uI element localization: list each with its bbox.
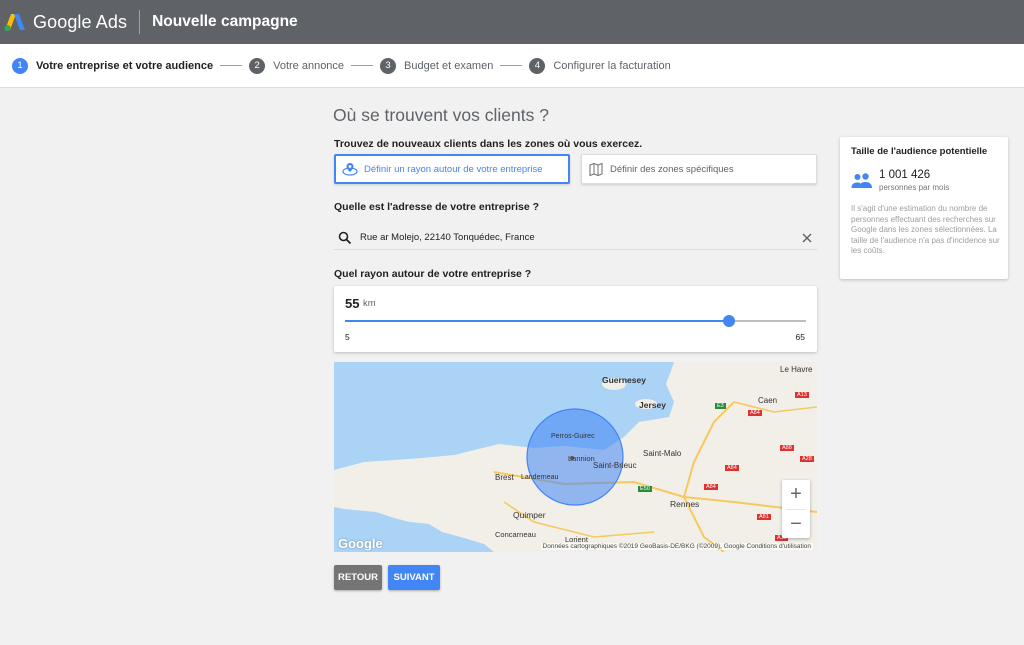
road-shield: E50 bbox=[638, 486, 652, 492]
address-input[interactable]: Rue ar Molejo, 22140 Tonquédec, France bbox=[360, 232, 801, 243]
people-icon bbox=[851, 172, 873, 193]
step-label: Budget et examen bbox=[404, 59, 494, 72]
step-connector bbox=[351, 65, 374, 66]
step-number: 3 bbox=[380, 57, 397, 74]
map-label: Saint-Brieuc bbox=[593, 461, 637, 470]
address-label: Quelle est l'adresse de votre entreprise… bbox=[334, 201, 540, 213]
step-3[interactable]: 3 Budget et examen bbox=[380, 57, 494, 74]
radius-option-label: Définir un rayon autour de votre entrepr… bbox=[364, 163, 543, 175]
address-field[interactable]: Rue ar Molejo, 22140 Tonquédec, France bbox=[334, 226, 817, 250]
zoom-in-button[interactable]: + bbox=[782, 480, 810, 509]
map-label: Brest bbox=[495, 473, 514, 482]
step-label: Votre annonce bbox=[273, 59, 345, 72]
google-ads-logo-icon[interactable] bbox=[3, 12, 27, 32]
audience-count-unit: personnes par mois bbox=[879, 183, 950, 192]
zoom-out-button[interactable]: − bbox=[782, 510, 810, 539]
campaign-title: Nouvelle campagne bbox=[152, 13, 298, 30]
road-shield: A13 bbox=[795, 392, 809, 398]
step-4[interactable]: 4 Configurer la facturation bbox=[529, 57, 671, 74]
map-attribution[interactable]: Données cartographiques ©2019 GeoBasis-D… bbox=[540, 543, 813, 550]
map-label: Caen bbox=[758, 396, 778, 405]
radius-value: 55 bbox=[345, 296, 360, 311]
radius-label: Quel rayon autour de votre entreprise ? bbox=[334, 268, 532, 280]
close-icon[interactable] bbox=[801, 232, 813, 244]
header-divider bbox=[139, 10, 141, 34]
road-shield: A81 bbox=[757, 514, 771, 520]
zones-icon bbox=[588, 162, 604, 176]
road-shield: E3 bbox=[715, 403, 726, 409]
step-label: Votre entreprise et votre audience bbox=[36, 59, 214, 72]
road-shield: A84 bbox=[725, 465, 739, 471]
radius-option-button[interactable]: Définir un rayon autour de votre entrepr… bbox=[334, 154, 570, 184]
radius-pin-icon bbox=[342, 162, 358, 176]
road-shield: A84 bbox=[748, 410, 762, 416]
map-label: Rennes bbox=[670, 499, 700, 509]
map-label: Landerneau bbox=[521, 474, 559, 481]
map[interactable]: Guernesey Jersey Le Havre Caen Saint-Mal… bbox=[334, 362, 817, 552]
map-label: Perros-Guirec bbox=[551, 433, 595, 440]
map-label: Guernesey bbox=[602, 375, 646, 385]
zones-option-button[interactable]: Définir des zones spécifiques bbox=[581, 154, 817, 184]
page-title: Où se trouvent vos clients ? bbox=[333, 105, 549, 125]
search-icon bbox=[338, 231, 352, 245]
radius-max: 65 bbox=[795, 332, 805, 342]
step-label: Configurer la facturation bbox=[553, 59, 671, 72]
radius-unit: km bbox=[363, 298, 376, 309]
map-label: Jersey bbox=[639, 400, 666, 410]
step-connector bbox=[220, 65, 243, 66]
map-label: Quimper bbox=[513, 510, 546, 520]
zoom-control: + − bbox=[782, 480, 810, 538]
map-label: Concarneau bbox=[495, 530, 536, 539]
step-2[interactable]: 2 Votre annonce bbox=[249, 57, 345, 74]
map-label: Le Havre bbox=[780, 365, 813, 374]
back-button[interactable]: RETOUR bbox=[334, 565, 382, 590]
audience-card: Taille de l'audience potentielle 1 001 4… bbox=[840, 137, 1008, 279]
radius-slider-fill bbox=[345, 320, 730, 322]
step-1[interactable]: 1 Votre entreprise et votre audience bbox=[12, 57, 214, 74]
step-connector bbox=[500, 65, 523, 66]
zones-option-label: Définir des zones spécifiques bbox=[610, 163, 734, 175]
next-button[interactable]: SUIVANT bbox=[388, 565, 440, 590]
campaign-stepper: 1 Votre entreprise et votre audience 2 V… bbox=[0, 44, 1024, 88]
audience-description: Il s'agit d'une estimation du nombre de … bbox=[851, 204, 1000, 255]
audience-count: 1 001 426 bbox=[879, 169, 931, 181]
map-label: Lannion bbox=[568, 454, 595, 463]
step-number: 2 bbox=[249, 57, 266, 74]
step-number: 1 bbox=[12, 57, 28, 74]
intro-text: Trouvez de nouveaux clients dans les zon… bbox=[334, 138, 643, 150]
radius-min: 5 bbox=[345, 332, 350, 342]
top-bar: Google Ads Nouvelle campagne bbox=[0, 0, 1024, 44]
google-logo: Google bbox=[338, 536, 383, 551]
road-shield: A88 bbox=[780, 445, 794, 451]
map-label: Saint-Malo bbox=[643, 449, 682, 458]
step-number: 4 bbox=[529, 57, 546, 74]
radius-slider[interactable] bbox=[345, 315, 806, 327]
brand-name[interactable]: Google Ads bbox=[33, 12, 127, 33]
road-shield: A84 bbox=[704, 484, 718, 490]
audience-title: Taille de l'audience potentielle bbox=[851, 146, 988, 157]
road-shield: A28 bbox=[800, 456, 814, 462]
radius-card: 55 km 5 65 bbox=[334, 286, 817, 352]
radius-slider-handle[interactable] bbox=[723, 315, 736, 327]
